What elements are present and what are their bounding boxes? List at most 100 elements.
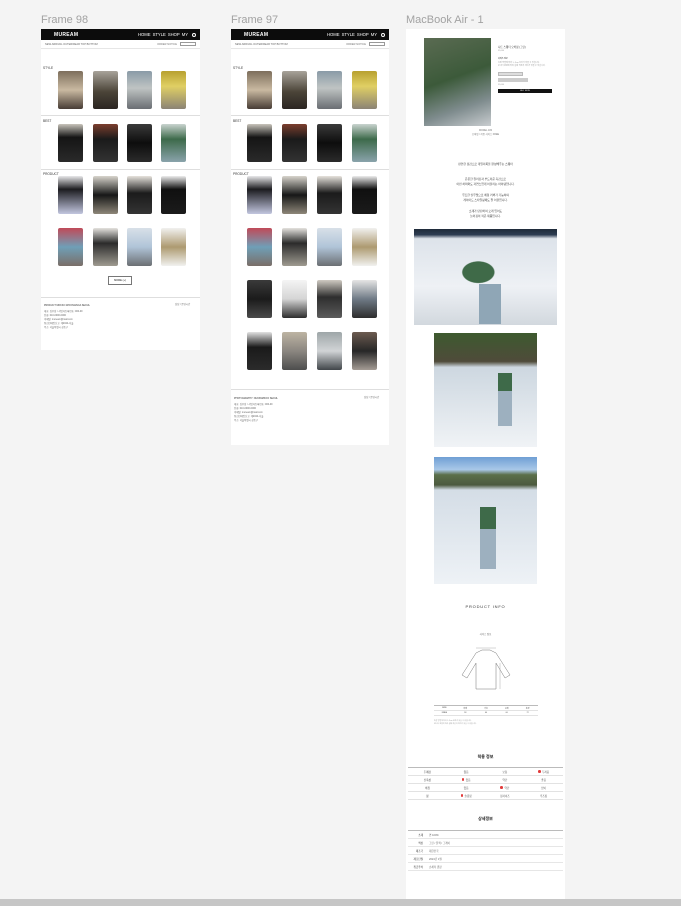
product-thumb-10[interactable]	[282, 280, 307, 318]
nav-home[interactable]: HOME	[327, 32, 340, 37]
detail-row: 제조국 대한민국	[408, 847, 563, 855]
divider	[41, 115, 200, 116]
frame-macbook-detail[interactable]: 니트 스웨터 오버핏 (그린) 39,000 사이즈 정보 측정 방법에 따라 …	[406, 29, 565, 900]
best-thumb-4[interactable]	[161, 124, 186, 162]
style-thumb-1[interactable]	[247, 71, 272, 109]
selected-dot-icon	[538, 770, 541, 773]
product-thumb-15[interactable]	[317, 332, 342, 370]
product-photo-2	[434, 333, 537, 447]
frame-label-98[interactable]: Frame 98	[41, 14, 88, 26]
product-thumb-8[interactable]	[352, 228, 377, 266]
product-thumb-9[interactable]	[247, 280, 272, 318]
frame-98[interactable]: MUREAM HOME STYLE SHOP MY NEW ARRIVAL OU…	[41, 29, 200, 350]
style-thumb-2[interactable]	[93, 71, 118, 109]
quantity-select[interactable]	[498, 78, 528, 82]
frame-97[interactable]: MUREAM HOME STYLE SHOP MY NEW ARRIVAL OU…	[231, 29, 389, 445]
product-thumb-13[interactable]	[247, 332, 272, 370]
order-notice-links[interactable]: ORDER NOTICE	[346, 43, 366, 46]
search-input[interactable]	[180, 42, 196, 46]
best-thumb-1[interactable]	[58, 124, 83, 162]
product-thumb-12[interactable]	[352, 280, 377, 318]
detail-value: 그린 / 블랙 / 그레이	[429, 841, 451, 845]
fit-option-text: 좋음	[541, 778, 547, 782]
nav-my[interactable]: MY	[371, 32, 377, 37]
style-thumb-3[interactable]	[127, 71, 152, 109]
product-thumb-6[interactable]	[282, 228, 307, 266]
product-thumb-7[interactable]	[127, 228, 152, 266]
nav-style[interactable]: STYLE	[153, 32, 166, 37]
style-thumb-4[interactable]	[352, 71, 377, 109]
detail-value: 면 100%	[429, 833, 439, 837]
search-input[interactable]	[369, 42, 385, 46]
fit-option: 보통	[486, 770, 525, 774]
site-logo[interactable]: MUREAM	[244, 32, 268, 38]
detail-value: 손세탁 권장	[429, 865, 442, 869]
fit-option-text: 없음	[463, 786, 469, 790]
product-thumb-3[interactable]	[127, 176, 152, 214]
buy-button[interactable]: BUY NOW	[498, 89, 552, 93]
selected-dot-icon	[500, 786, 503, 789]
search-icon[interactable]	[381, 32, 385, 37]
product-thumb-7[interactable]	[317, 228, 342, 266]
frame-label-97[interactable]: Frame 97	[231, 14, 278, 26]
fit-row: 핏 슬림핏 정사이즈 루즈핏	[408, 792, 563, 800]
nav-home[interactable]: HOME	[138, 32, 151, 37]
model-sweater-shape	[498, 373, 512, 391]
footer-right[interactable]: 상담 / 운영시간	[175, 303, 190, 307]
section-style-label: STYLE	[233, 66, 244, 70]
best-thumb-3[interactable]	[127, 124, 152, 162]
product-thumb-2[interactable]	[282, 176, 307, 214]
size-header: 소매	[504, 707, 509, 710]
product-thumb-4[interactable]	[161, 176, 186, 214]
detail-row: 소재 면 100%	[408, 831, 563, 839]
fit-label: 신축성	[423, 778, 431, 782]
product-thumb-1[interactable]	[247, 176, 272, 214]
product-thumb-1[interactable]	[58, 176, 83, 214]
product-thumb-11[interactable]	[317, 280, 342, 318]
style-thumb-4[interactable]	[161, 71, 186, 109]
nav-my[interactable]: MY	[182, 32, 188, 37]
best-thumb-2[interactable]	[282, 124, 307, 162]
nav-style[interactable]: STYLE	[342, 32, 355, 37]
style-thumb-3[interactable]	[317, 71, 342, 109]
frame-label-macbook[interactable]: MacBook Air - 1	[406, 14, 484, 26]
nav-shop[interactable]: SHOP	[168, 32, 180, 37]
copy-line: 편안한 핏감으로 데일리룩을 완성해주는 스웨터	[458, 162, 513, 166]
search-icon[interactable]	[192, 32, 196, 37]
fit-row: 신축성 없음 약간 좋음	[408, 776, 563, 784]
nav-shop[interactable]: SHOP	[357, 32, 369, 37]
product-title: 니트 스웨터 오버핏 (그린)	[498, 46, 526, 49]
detail-info-table: 소재 면 100% 색상 그린 / 블랙 / 그레이 제조국 대한민국 제조년월 202…	[408, 830, 563, 871]
size-note: 모니터 환경에 따라 실제 색상과 차이가 있을 수 있습니다.	[498, 65, 546, 67]
product-thumb-8[interactable]	[161, 228, 186, 266]
more-button[interactable]: MORE (+)	[108, 276, 132, 285]
product-thumb-16[interactable]	[352, 332, 377, 370]
horizontal-scrollbar[interactable]	[0, 899, 681, 906]
product-thumb-4[interactable]	[352, 176, 377, 214]
category-links[interactable]: NEW ARRIVAL OUTERWEAR TOP BOTTOM	[235, 43, 288, 46]
fit-option: 얇음	[447, 770, 486, 774]
product-thumb-5[interactable]	[58, 228, 83, 266]
footer-right[interactable]: 상담 / 운영시간	[364, 396, 379, 400]
fit-option: 많이	[524, 786, 563, 790]
product-thumb-14[interactable]	[282, 332, 307, 370]
product-price: 39,000	[498, 50, 505, 52]
category-links[interactable]: NEW ARRIVAL OUTERWEAR TOP BOTTOM	[45, 43, 98, 46]
style-thumb-2[interactable]	[282, 71, 307, 109]
site-logo[interactable]: MUREAM	[54, 32, 78, 38]
option-select[interactable]	[498, 72, 523, 76]
fit-info-heading: 착용 정보	[477, 754, 494, 759]
order-notice-links[interactable]: ORDER NOTICE	[157, 43, 177, 46]
best-thumb-4[interactable]	[352, 124, 377, 162]
style-thumb-1[interactable]	[58, 71, 83, 109]
product-thumb-3[interactable]	[317, 176, 342, 214]
divider	[231, 169, 389, 170]
product-thumb-5[interactable]	[247, 228, 272, 266]
best-thumb-2[interactable]	[93, 124, 118, 162]
product-thumb-2[interactable]	[93, 176, 118, 214]
product-thumb-6[interactable]	[93, 228, 118, 266]
detail-label: 제조년월	[413, 857, 423, 861]
best-thumb-3[interactable]	[317, 124, 342, 162]
footer-company: PRODUCT MOKKO WOONGINCA SEOUL	[44, 304, 90, 307]
best-thumb-1[interactable]	[247, 124, 272, 162]
